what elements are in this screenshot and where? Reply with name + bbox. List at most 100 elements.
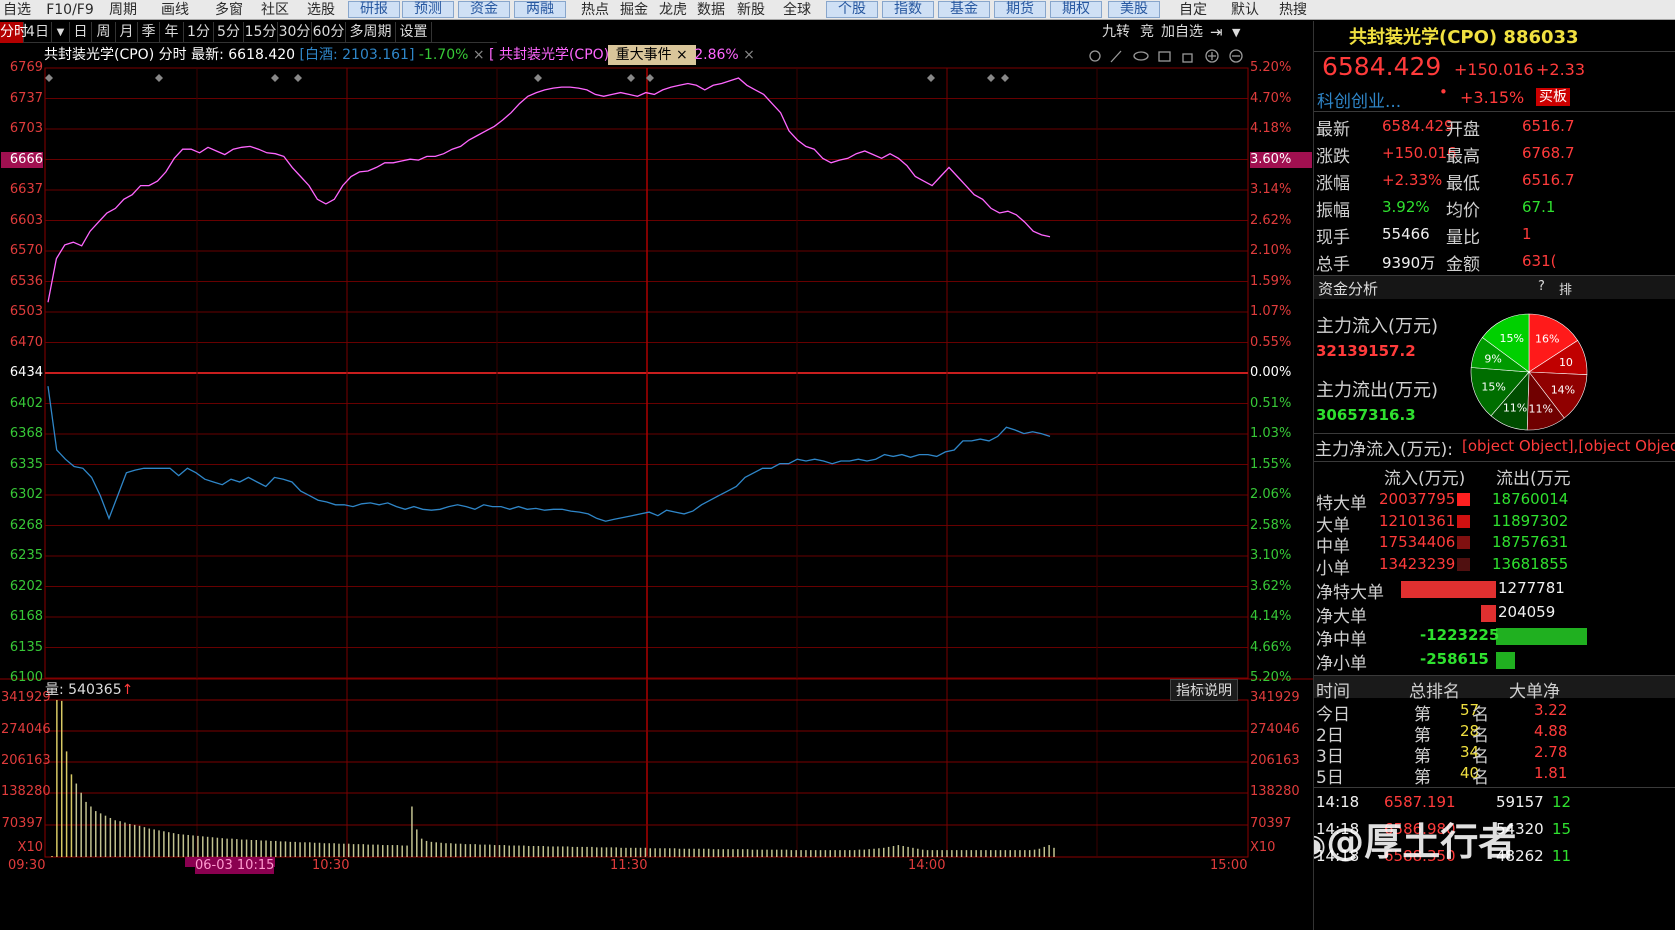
rank-pct-3: 1.81 [1534,764,1568,782]
period-tab-11[interactable]: 30分 [278,22,312,43]
event-diamond-9[interactable] [1001,74,1009,82]
y-label-left-13: 6335 [9,456,43,472]
vol-label-left-2: 206163 [1,753,51,768]
help-icon[interactable]: ? [1538,279,1545,294]
y-label-right-9: 0.55% [1250,334,1292,350]
y-label-left-11: 6402 [9,395,43,411]
menu-item-23[interactable]: 自定 [1176,0,1210,20]
y-label-left-16: 6235 [9,548,43,563]
stat-label2-5: 金额 [1446,255,1480,275]
period-tab-4[interactable]: 周 [92,22,116,43]
event-diamond-0[interactable] [45,74,53,82]
menu-item-13[interactable]: 龙虎 [656,0,690,20]
period-tab-9[interactable]: 5分 [214,22,244,43]
y-label-right-19: 4.66% [1250,639,1292,655]
add-watchlist-button[interactable]: 加自选 [1161,22,1203,43]
period-tab-7[interactable]: 年 [160,22,184,43]
period-tab-6[interactable]: 季 [138,22,160,43]
menu-item-4[interactable]: 多窗 [212,0,246,20]
y-label-left-19: 6135 [9,639,43,655]
y-label-left-5: 6603 [9,212,43,228]
intraday-chart[interactable] [0,44,1313,930]
vol-label-right-2: 206163 [1250,753,1300,768]
jing-button[interactable]: 竞 [1140,22,1154,43]
net-label-3: 净小单 [1316,653,1367,674]
event-diamond-5[interactable] [627,74,635,82]
exit-arrow-icon[interactable]: ⇥ [1210,22,1223,43]
weibo-logo-icon: ◉ [1314,828,1326,863]
rank-more-button[interactable]: 排 [1559,279,1572,298]
inflow-value: 32139157.2 [1316,342,1416,360]
period-tab-0[interactable]: 分时 [0,22,28,43]
menu-item-19[interactable]: 基金 [938,1,990,18]
flow-label-3: 小单 [1316,558,1350,579]
event-diamond-3[interactable] [294,74,302,82]
menu-item-25[interactable]: 热搜 [1276,0,1310,20]
sector-link[interactable]: 科创创业... [1317,87,1401,112]
menu-item-24[interactable]: 默认 [1228,0,1262,20]
event-diamond-2[interactable] [271,74,279,82]
net-inflow-value: [object Object],[object Object],[object … [1462,437,1675,455]
stat-value2-0: 6516.7 [1522,117,1575,135]
tick-extra-0: 12 [1552,793,1572,811]
menu-item-20[interactable]: 期货 [994,1,1046,18]
period-tab-1[interactable]: 4日 [24,22,52,43]
menu-item-2[interactable]: 周期 [106,0,140,20]
y-label-left-15: 6268 [9,517,43,533]
menu-item-1[interactable]: F10/F9 [44,0,96,20]
net-label-2: 净中单 [1316,630,1367,650]
period-tab-14[interactable]: 设置 [396,22,432,43]
menu-item-22[interactable]: 美股 [1108,1,1160,18]
event-diamond-8[interactable] [987,74,995,82]
menu-item-6[interactable]: 选股 [304,0,338,20]
stat-value2-2: 6516.7 [1522,171,1575,189]
x-label-4: 14:00 [908,858,946,873]
menu-item-14[interactable]: 数据 [694,0,728,20]
period-tab-8[interactable]: 1分 [184,22,214,43]
y-label-left-0: 6769 [9,60,43,75]
menu-item-15[interactable]: 新股 [734,0,768,20]
volume-arrow: ↑ [121,682,134,698]
y-label-right-17: 3.62% [1250,578,1292,594]
menu-item-17[interactable]: 个股 [826,1,878,18]
menu-item-8[interactable]: 预测 [402,1,454,18]
tick-extra-2: 11 [1552,847,1572,865]
menu-item-10[interactable]: 两融 [514,1,566,18]
vol-label-left-4: 70397 [1,816,43,831]
chevron-down-icon[interactable]: ▼ [1232,22,1240,43]
rank-header-bg [1314,676,1675,698]
menu-item-16[interactable]: 全球 [780,0,814,20]
event-diamond-4[interactable] [534,74,542,82]
period-tab-10[interactable]: 15分 [244,22,278,43]
jiuzhuan-button[interactable]: 九转 [1102,22,1130,43]
net-bar-1 [1480,604,1496,622]
period-tab-12[interactable]: 60分 [312,22,346,43]
menu-item-12[interactable]: 掘金 [617,0,651,20]
buy-board-button[interactable]: 买板 [1536,88,1570,106]
menu-item-18[interactable]: 指数 [882,1,934,18]
rank-pct-2: 2.78 [1534,743,1568,761]
indicator-help-button[interactable]: 指标说明 [1170,679,1238,701]
menu-item-11[interactable]: 热点 [578,0,612,20]
y-label-right-11: 0.51% [1250,395,1292,411]
menu-item-7[interactable]: 研报 [348,1,400,18]
y-label-left-3: 6666 [1,151,43,168]
period-tab-13[interactable]: 多周期 [346,22,396,43]
y-label-right-10: 0.00% [1250,365,1292,380]
flow-out-3: 13681855 [1492,554,1569,573]
event-diamond-7[interactable] [927,74,935,82]
menu-item-0[interactable]: 自选 [0,0,34,20]
period-tab-2[interactable]: ▼ [52,22,70,43]
chart-grid [0,67,1313,867]
menu-item-3[interactable]: 画线 [158,0,192,20]
period-tab-5[interactable]: 月 [116,22,138,43]
rank-head-big: 大单净 [1509,682,1560,702]
menu-item-21[interactable]: 期权 [1050,1,1102,18]
menu-item-9[interactable]: 资金 [458,1,510,18]
menu-item-5[interactable]: 社区 [258,0,292,20]
period-tab-3[interactable]: 日 [70,22,92,43]
event-diamond-1[interactable] [155,74,163,82]
y-label-left-20: 6100 [9,670,43,685]
y-label-right-4: 3.14% [1250,182,1292,197]
pie-label-5: 15% [1481,381,1505,394]
